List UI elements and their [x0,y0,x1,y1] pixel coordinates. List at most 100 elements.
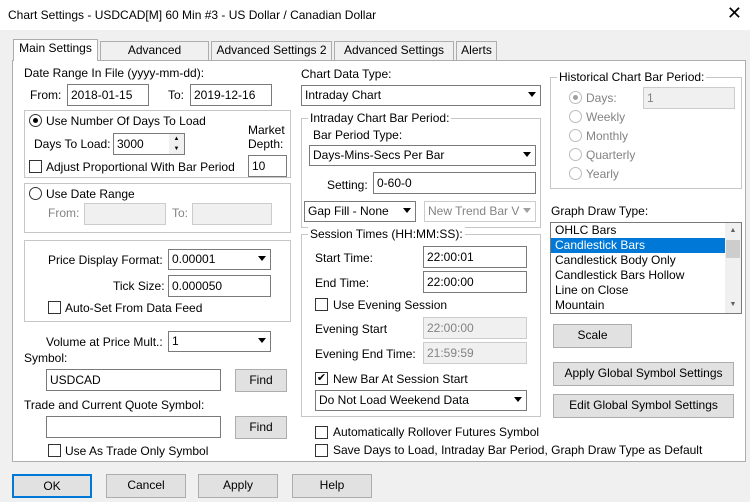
historical-days-field[interactable]: 1 [643,87,735,109]
tab-advanced-settings[interactable]: Advanced Settings [100,41,209,74]
auto-set-checkbox[interactable] [48,301,61,314]
list-item[interactable]: OHLC Bars [551,223,726,238]
save-defaults-label: Save Days to Load, Intraday Bar Period, … [333,443,703,457]
end-time-field[interactable]: 22:00:00 [423,271,527,293]
tick-size-field[interactable]: 0.000050 [168,275,271,297]
days-to-load-field[interactable]: 3000 [113,133,170,155]
gap-fill-select[interactable]: Gap Fill - None [304,201,416,222]
chevron-down-icon [514,397,522,402]
edit-global-settings-button[interactable]: Edit Global Symbol Settings [553,394,734,418]
tab-alerts[interactable]: Alerts [456,41,497,60]
trade-symbol-field[interactable] [46,416,221,438]
evening-start-field[interactable]: 22:00:00 [423,317,527,339]
from-date-field[interactable]: 2018-01-15 [67,84,149,106]
tick-size-label: Tick Size: [113,279,165,293]
apply-global-settings-button[interactable]: Apply Global Symbol Settings [553,362,734,386]
market-depth-label-2: Depth: [248,137,284,151]
setting-field[interactable]: 0-60-0 [373,172,536,194]
ok-button[interactable]: OK [12,474,92,498]
start-time-label: Start Time: [315,251,374,265]
weekend-data-select[interactable]: Do Not Load Weekend Data [315,390,527,411]
monthly-radio[interactable] [569,129,582,142]
cancel-button[interactable]: Cancel [106,474,186,498]
range-from-field[interactable] [84,203,166,225]
spinner-arrows-icon[interactable]: ▲ ▼ [169,133,185,155]
historical-days-radio[interactable] [569,91,582,104]
symbol-field[interactable]: USDCAD [46,369,221,391]
list-scrollbar[interactable]: ▲ ▼ [725,223,741,313]
price-format-value: 0.00001 [172,252,216,266]
price-format-select[interactable]: 0.00001 [168,249,271,270]
end-time-label: End Time: [315,276,370,290]
gap-fill-value: Gap Fill - None [308,204,389,218]
graph-draw-type-label: Graph Draw Type: [551,204,649,218]
new-bar-session-label: New Bar At Session Start [333,372,468,386]
rollover-checkbox[interactable] [315,426,328,439]
list-item[interactable]: Candlestick Body Only [551,253,726,268]
evening-start-label: Evening Start [315,322,388,336]
new-bar-session-checkbox[interactable]: ✔ [315,372,328,385]
historical-group-label: Historical Chart Bar Period: [557,70,707,84]
yearly-label: Yearly [586,167,619,181]
start-time-field[interactable]: 22:00:01 [423,246,527,268]
scroll-thumb[interactable] [726,240,740,258]
help-button[interactable]: Help [292,474,372,498]
list-item[interactable]: Line on Close [551,283,726,298]
session-group-label: Session Times (HH:MM:SS): [308,227,465,241]
quarterly-radio[interactable] [569,148,582,161]
find-symbol-button[interactable]: Find [235,369,287,392]
new-trend-bar-value: New Trend Bar V [428,204,520,218]
close-icon[interactable]: ✕ [727,4,742,22]
list-item[interactable]: Mountain [551,298,726,313]
range-to-label: To: [172,206,189,220]
days-to-load-label: Days To Load: [34,137,111,151]
scroll-up-icon[interactable]: ▲ [725,223,741,239]
tab-advanced-settings-3[interactable]: Advanced Settings 3 [334,41,454,74]
bar-period-type-select[interactable]: Days-Mins-Secs Per Bar [309,145,536,166]
chevron-down-icon [528,92,536,97]
bar-period-type-label: Bar Period Type: [313,128,403,142]
tab-main-settings[interactable]: Main Settings [13,39,98,61]
volume-mult-label: Volume at Price Mult.: [46,335,163,349]
use-days-label: Use Number Of Days To Load [46,114,206,128]
volume-mult-select[interactable]: 1 [168,331,271,352]
scale-button[interactable]: Scale [553,324,632,348]
list-item-selected[interactable]: Candlestick Bars [551,238,726,253]
trade-only-checkbox[interactable] [48,444,61,457]
setting-label: Setting: [327,178,368,192]
evening-session-checkbox[interactable] [315,298,328,311]
to-date-field[interactable]: 2019-12-16 [190,84,272,106]
chart-data-type-select[interactable]: Intraday Chart [301,85,541,106]
tab-advanced-settings-2[interactable]: Advanced Settings 2 [211,41,332,60]
apply-button[interactable]: Apply [198,474,278,498]
range-to-field[interactable] [192,203,272,225]
weekly-radio[interactable] [569,110,582,123]
scroll-down-icon[interactable]: ▼ [725,297,741,313]
new-trend-bar-select[interactable]: New Trend Bar V [424,201,536,222]
adjust-proportional-checkbox[interactable] [29,160,42,173]
market-depth-label-1: Market [248,123,285,137]
trade-symbol-label: Trade and Current Quote Symbol: [24,398,205,412]
auto-set-label: Auto-Set From Data Feed [65,301,203,315]
price-format-label: Price Display Format: [48,253,163,267]
graph-draw-type-list[interactable]: OHLC Bars Candlestick Bars Candlestick B… [550,222,742,314]
chart-data-type-label: Chart Data Type: [301,67,392,81]
find-trade-symbol-button[interactable]: Find [235,416,287,439]
use-days-radio[interactable] [29,114,42,127]
checkmark-icon: ✔ [316,372,327,384]
evening-end-field[interactable]: 21:59:59 [423,342,527,364]
chart-data-type-value: Intraday Chart [305,88,382,102]
chevron-down-icon [523,208,531,213]
range-from-label: From: [48,206,80,220]
quarterly-label: Quarterly [586,148,636,162]
evening-end-label: Evening End Time: [315,347,416,361]
historical-days-label: Days: [586,91,617,105]
list-item[interactable]: Candlestick Bars Hollow [551,268,726,283]
market-depth-field[interactable]: 10 [248,155,287,177]
yearly-radio[interactable] [569,167,582,180]
from-label: From: [30,88,62,102]
use-date-range-radio[interactable] [29,187,42,200]
weekly-label: Weekly [586,110,626,124]
use-date-range-label: Use Date Range [46,187,135,201]
save-defaults-checkbox[interactable] [315,444,328,457]
